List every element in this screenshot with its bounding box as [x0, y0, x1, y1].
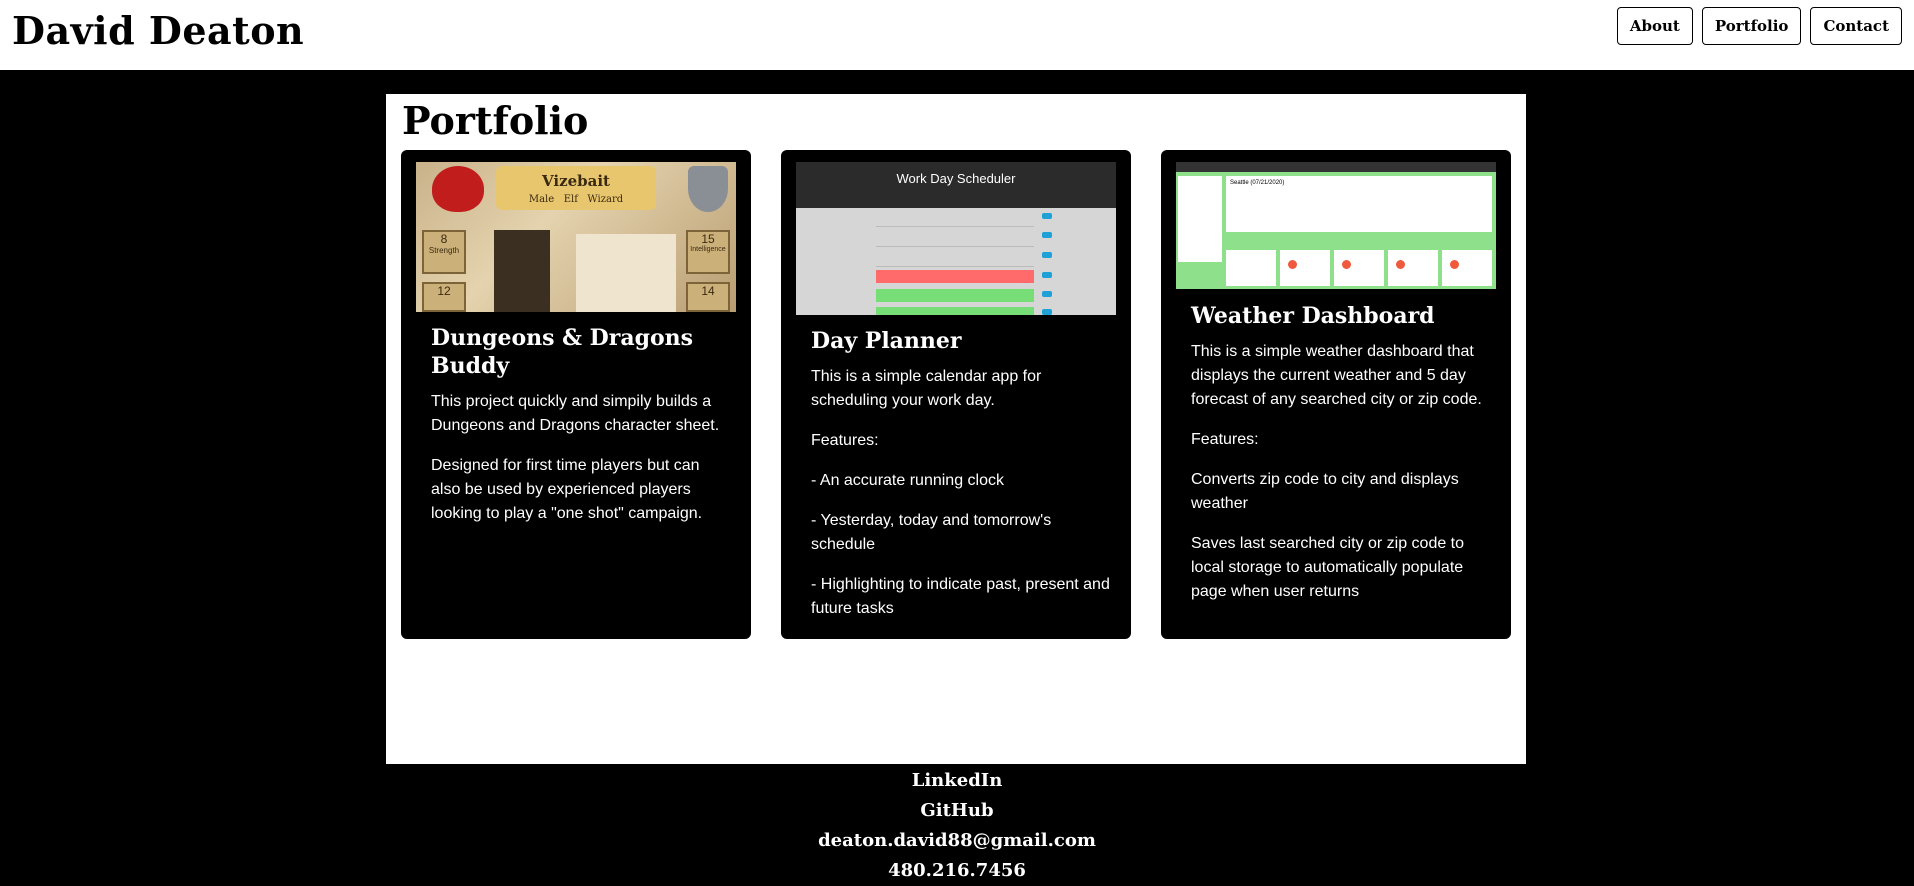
stat-label: Intelligence — [690, 246, 726, 253]
save-button — [1042, 291, 1052, 297]
card-text: This is a simple calendar app for schedu… — [811, 368, 1042, 409]
forecast-day — [1388, 250, 1438, 286]
scheduler-header: Work Day Scheduler — [796, 162, 1116, 208]
scheduler-screenshot[interactable]: Work Day Scheduler — [796, 162, 1116, 315]
card-body: Dungeons & Dragons Buddy This project qu… — [431, 324, 731, 542]
card-title: Weather Dashboard — [1191, 303, 1435, 329]
card-text: Features: — [811, 432, 879, 449]
forecast-day — [1442, 250, 1492, 286]
character-name-scroll: Vizebait Male Elf Wizard — [496, 166, 656, 210]
page-title: Portfolio — [402, 98, 589, 143]
card-title: Day Planner — [811, 328, 962, 354]
card-text: Converts zip code to city and displays w… — [1191, 471, 1459, 512]
sun-icon — [1288, 260, 1297, 269]
project-card-day-planner: Work Day Scheduler Day Planner This is a… — [781, 150, 1131, 639]
dnd-screenshot[interactable]: Vizebait Male Elf Wizard 8 Strength 15 I… — [416, 162, 736, 312]
project-card-dnd: Vizebait Male Elf Wizard 8 Strength 15 I… — [401, 150, 751, 639]
phone-link[interactable]: 480.216.7456 — [0, 856, 1914, 886]
save-button — [1042, 272, 1052, 278]
card-text: Features: — [1191, 431, 1259, 448]
sun-icon — [1450, 260, 1459, 269]
nav-contact-button[interactable]: Contact — [1810, 7, 1902, 45]
save-button — [1042, 232, 1052, 238]
stat-value: 12 — [437, 284, 451, 298]
sun-icon — [1396, 260, 1405, 269]
card-text: Saves last searched city or zip code to … — [1191, 535, 1465, 600]
weather-sidebar — [1178, 176, 1222, 262]
save-button — [1042, 252, 1052, 258]
nav-about-button[interactable]: About — [1616, 7, 1693, 45]
weather-current: Seattle (07/21/2020) — [1226, 176, 1492, 232]
site-brand[interactable]: David Deaton — [12, 8, 304, 53]
schedule-row — [876, 226, 1034, 239]
site-header: David Deaton About Portfolio Contact — [0, 0, 1914, 70]
stat-box: 15 Intelligence — [686, 230, 730, 274]
card-body: Weather Dashboard This is a simple weath… — [1191, 302, 1491, 620]
stat-value: 14 — [701, 284, 715, 298]
character-name: Vizebait — [542, 172, 610, 190]
stat-label: Strength — [428, 246, 460, 255]
spell-sheet — [576, 234, 676, 312]
weather-screenshot[interactable]: Seattle (07/21/2020) — [1176, 162, 1496, 289]
weather-topbar — [1176, 162, 1496, 172]
card-text: - Yesterday, today and tomorrow's schedu… — [811, 512, 1052, 553]
save-button — [1042, 213, 1052, 219]
card-title: Dungeons & Dragons Buddy — [431, 325, 694, 379]
card-text: This is a simple weather dashboard that … — [1191, 343, 1482, 408]
forecast-day — [1226, 250, 1276, 286]
save-button — [1042, 309, 1052, 315]
stat-box: 14 — [686, 282, 730, 312]
forecast-day — [1334, 250, 1384, 286]
site-footer: LinkedIn GitHub deaton.david88@gmail.com… — [0, 766, 1914, 886]
character-subtitle: Male Elf Wizard — [528, 194, 624, 205]
github-link[interactable]: GitHub — [0, 796, 1914, 826]
shield-icon — [688, 166, 728, 212]
stat-box: 12 — [422, 282, 466, 312]
nav-portfolio-button[interactable]: Portfolio — [1701, 7, 1802, 45]
main-nav: About Portfolio Contact — [1616, 7, 1902, 45]
forecast-day — [1280, 250, 1330, 286]
card-text: Designed for first time players but can … — [431, 457, 703, 522]
schedule-row-future — [876, 289, 1034, 302]
card-text: - An accurate running clock — [811, 472, 1004, 489]
sun-icon — [1342, 260, 1351, 269]
card-body: Day Planner This is a simple calendar ap… — [811, 327, 1111, 637]
card-text: - Highlighting to indicate past, present… — [811, 576, 1110, 617]
stat-box: 8 Strength — [422, 230, 466, 274]
schedule-row-present — [876, 270, 1034, 283]
email-link[interactable]: deaton.david88@gmail.com — [0, 826, 1914, 856]
schedule-row — [876, 246, 1034, 259]
schedule-row-future — [876, 307, 1034, 315]
portfolio-panel: Portfolio Vizebait Male Elf Wizard 8 Str… — [386, 94, 1526, 764]
stat-value: 15 — [701, 232, 715, 246]
stat-value: 8 — [440, 232, 448, 246]
linkedin-link[interactable]: LinkedIn — [0, 766, 1914, 796]
scheduler-title: Work Day Scheduler — [896, 171, 1016, 186]
card-text: This project quickly and simpily builds … — [431, 393, 720, 434]
weather-city: Seattle (07/21/2020) — [1230, 180, 1285, 186]
project-card-weather: Seattle (07/21/2020) Weather Dashboard T… — [1161, 150, 1511, 639]
heart-icon — [432, 166, 484, 212]
character-portrait — [494, 230, 550, 312]
